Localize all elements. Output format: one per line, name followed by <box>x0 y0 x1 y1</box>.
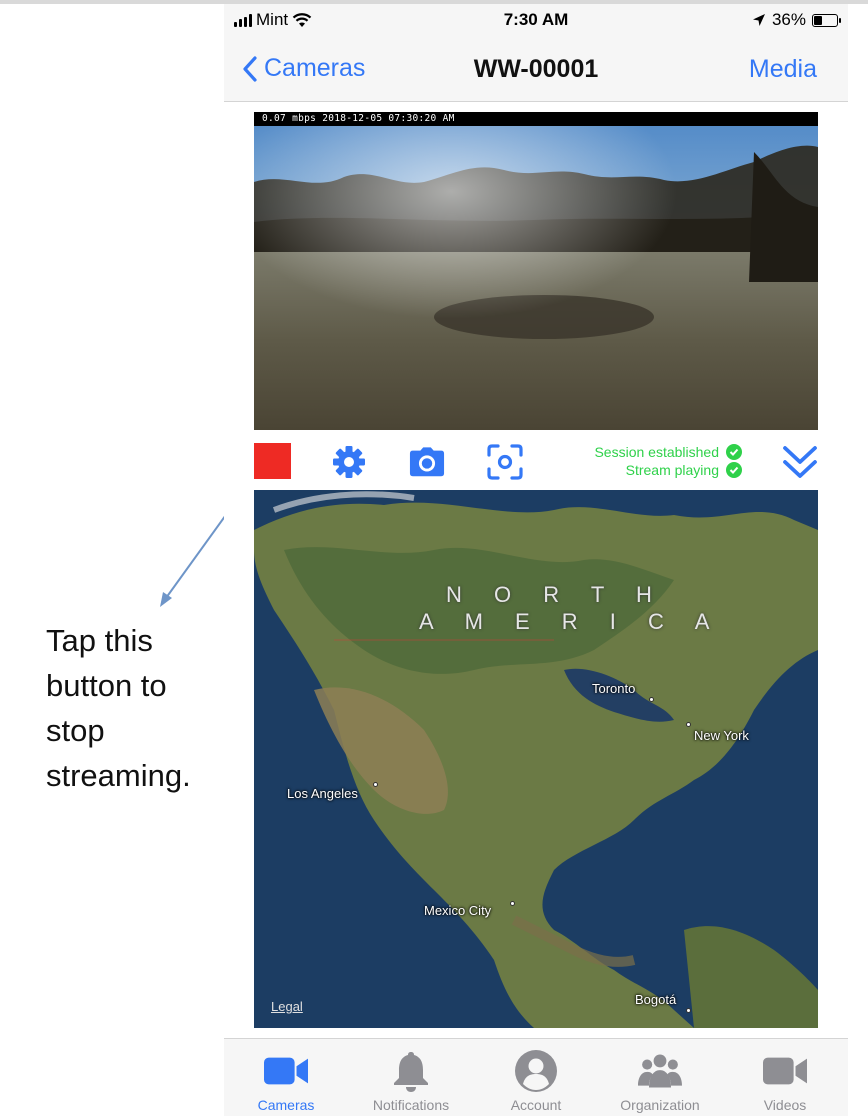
city-marker-toronto <box>649 697 654 702</box>
stream-status: Session established Stream playing <box>594 443 742 479</box>
city-label-los-angeles: Los Angeles <box>287 786 358 801</box>
gear-icon <box>333 446 365 478</box>
tab-label: Account <box>510 1097 562 1113</box>
focus-frame-icon <box>487 444 523 480</box>
city-label-toronto: Toronto <box>592 681 636 696</box>
focus-button[interactable] <box>487 444 523 480</box>
snapshot-button[interactable] <box>409 444 445 480</box>
group-icon <box>638 1049 682 1093</box>
video-stream[interactable]: 0.07 mbps 2018-12-05 07:30:20 AM <box>254 112 818 430</box>
media-button[interactable]: Media <box>749 55 817 84</box>
settings-button[interactable] <box>331 444 367 480</box>
city-marker-mexico-city <box>510 901 515 906</box>
tab-bar: Cameras Notifications Account Organizati… <box>224 1038 848 1116</box>
navigation-bar: Cameras WW-00001 Media <box>224 36 848 102</box>
battery-percent: 36% <box>771 10 806 29</box>
city-marker-bogota <box>686 1008 691 1013</box>
city-marker-los-angeles <box>373 782 378 787</box>
video-camera-icon <box>264 1049 308 1093</box>
tab-label: Videos <box>763 1097 807 1113</box>
video-frame-image <box>254 112 818 430</box>
satellite-map-image <box>254 490 818 1028</box>
check-circle-icon <box>726 444 742 460</box>
stream-status-text: Stream playing <box>625 462 719 478</box>
tab-videos[interactable]: Videos <box>723 1039 847 1117</box>
map-view[interactable]: N O R T H A M E R I C A Toronto New York… <box>254 490 818 1028</box>
legal-link[interactable]: Legal <box>271 999 303 1014</box>
city-label-bogota: Bogotá <box>635 992 677 1007</box>
session-status-row: Session established <box>594 443 742 461</box>
map-region-title-line2: A M E R I C A <box>419 609 723 634</box>
stop-stream-button[interactable] <box>254 443 291 479</box>
map-region-title-line1: N O R T H <box>446 582 665 607</box>
status-right: 36% <box>752 10 841 30</box>
camera-icon <box>409 447 445 477</box>
location-arrow-icon <box>752 14 765 26</box>
tab-cameras[interactable]: Cameras <box>224 1039 348 1117</box>
phone-screen: Mint 7:30 AM 36% Cameras WW-00001 Media <box>224 4 848 1116</box>
status-bar: Mint 7:30 AM 36% <box>224 4 848 36</box>
tab-label: Notifications <box>372 1097 450 1113</box>
tab-notifications[interactable]: Notifications <box>349 1039 473 1117</box>
city-label-new-york: New York <box>694 728 749 743</box>
tab-account[interactable]: Account <box>474 1039 598 1117</box>
video-camera-icon <box>763 1049 807 1093</box>
bell-icon <box>389 1049 433 1093</box>
tab-organization[interactable]: Organization <box>598 1039 722 1117</box>
tab-label: Cameras <box>257 1097 315 1113</box>
city-label-mexico-city: Mexico City <box>424 903 492 918</box>
session-status-text: Session established <box>594 444 719 460</box>
video-info-text: 0.07 mbps 2018-12-05 07:30:20 AM <box>262 113 455 124</box>
check-circle-icon <box>726 462 742 478</box>
city-marker-new-york <box>686 722 691 727</box>
stream-status-row: Stream playing <box>594 461 742 479</box>
double-chevron-down-icon[interactable] <box>782 443 818 481</box>
person-icon <box>514 1049 558 1093</box>
annotation-callout: Tap this button to stop streaming. <box>46 623 191 793</box>
stream-controls: Session established Stream playing <box>254 440 818 484</box>
tab-label: Organization <box>620 1097 700 1113</box>
battery-icon <box>812 13 841 27</box>
